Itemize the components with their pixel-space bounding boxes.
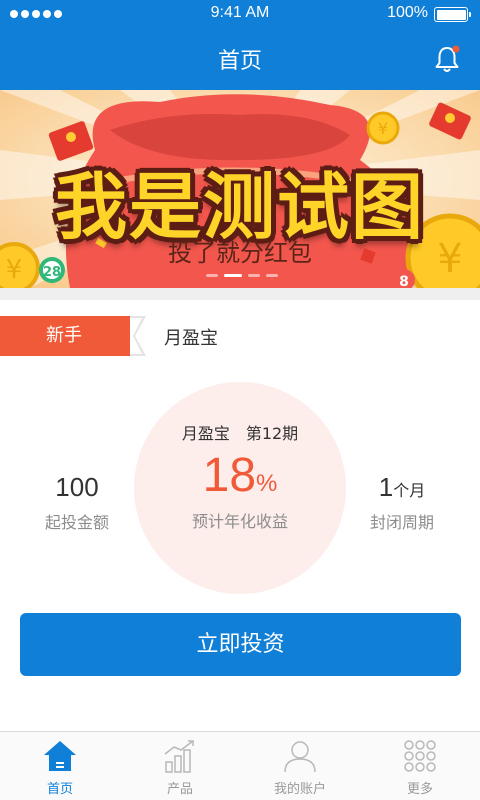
battery-icon bbox=[434, 7, 471, 22]
carousel-dot-active[interactable] bbox=[224, 274, 242, 277]
rate-value: 18 bbox=[202, 449, 257, 502]
page-title: 首页 bbox=[217, 49, 262, 74]
home-icon bbox=[44, 741, 76, 771]
term-value: 1 bbox=[378, 472, 394, 502]
notification-dot bbox=[452, 45, 460, 53]
min-amount-stat: 100 起投金额 bbox=[17, 472, 137, 533]
carousel-dot[interactable] bbox=[266, 274, 278, 277]
min-amount-label: 起投金额 bbox=[44, 513, 109, 532]
coin-icon: ¥ bbox=[366, 111, 400, 145]
app-root: 9:41 AM 100% 首页 ¥ ¥ ¥ 28 8 我是测试图 投了就分红包 … bbox=[0, 0, 480, 800]
banner-subtitle: 投了就分红包 bbox=[168, 239, 312, 267]
nav-bar: 首页 bbox=[0, 28, 480, 90]
tab-products[interactable]: 产品 bbox=[120, 732, 240, 800]
annual-rate: 18% bbox=[134, 448, 346, 503]
rate-unit: % bbox=[256, 470, 278, 497]
section-divider bbox=[0, 288, 480, 300]
tab-label: 产品 bbox=[166, 782, 193, 797]
invest-now-button[interactable]: 立即投资 bbox=[20, 613, 461, 676]
chip-label-right: 8 bbox=[399, 274, 409, 288]
min-amount-value: 100 bbox=[55, 472, 99, 502]
tab-home[interactable]: 首页 bbox=[0, 732, 120, 800]
product-period: 月盈宝 第12期 bbox=[181, 424, 299, 443]
tab-more[interactable]: 更多 bbox=[360, 732, 480, 800]
status-bar: 9:41 AM 100% bbox=[0, 0, 480, 28]
user-icon bbox=[284, 741, 316, 773]
carousel-dot[interactable] bbox=[248, 274, 260, 277]
tab-label: 首页 bbox=[46, 782, 73, 797]
carousel-indicator[interactable] bbox=[206, 274, 278, 277]
product-name[interactable]: 月盈宝 bbox=[164, 324, 218, 350]
carousel-dot[interactable] bbox=[206, 274, 218, 277]
bell-icon[interactable] bbox=[432, 44, 462, 74]
newbie-tag: 新手 bbox=[0, 316, 130, 356]
term-label: 封闭周期 bbox=[369, 513, 434, 532]
battery-fill bbox=[436, 9, 466, 20]
rate-label: 预计年化收益 bbox=[191, 512, 288, 531]
chart-icon bbox=[164, 740, 194, 773]
grid-icon bbox=[404, 740, 436, 772]
term-stat: 1个月 封闭周期 bbox=[342, 472, 462, 533]
promo-banner[interactable]: ¥ ¥ ¥ 28 8 我是测试图 投了就分红包 bbox=[0, 90, 480, 288]
tab-my-account[interactable]: 我的账户 bbox=[240, 732, 360, 800]
tab-bar: 首页 产品 我的账户 更多 bbox=[0, 731, 480, 800]
svg-text:¥: ¥ bbox=[378, 119, 388, 138]
term-unit: 个月 bbox=[393, 481, 426, 500]
tab-label: 我的账户 bbox=[273, 782, 326, 797]
battery-percent: 100% bbox=[387, 4, 428, 21]
tab-label: 更多 bbox=[406, 782, 433, 797]
tag-notch-icon bbox=[130, 316, 146, 356]
